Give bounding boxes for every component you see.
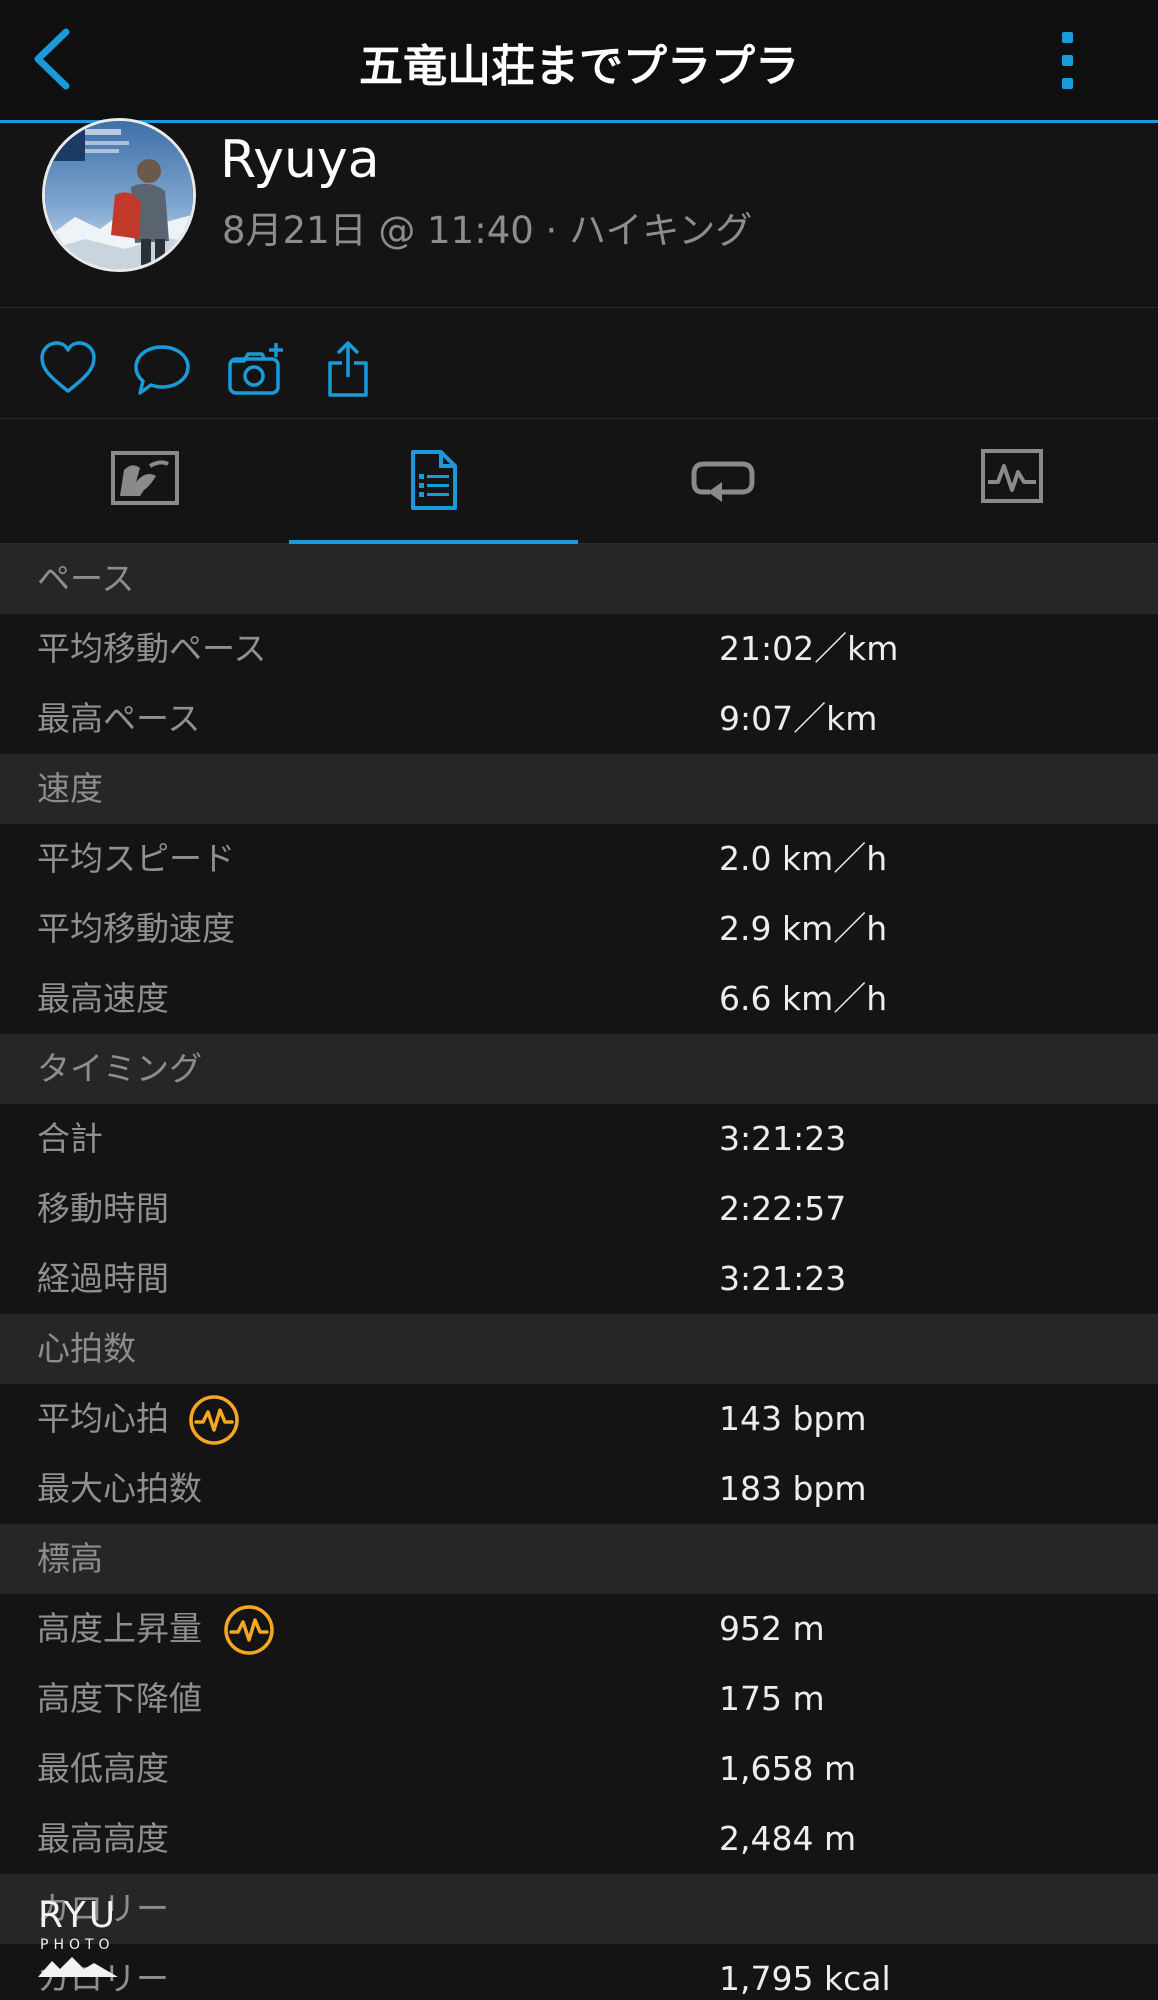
more-dots-icon-bottom (1062, 78, 1073, 89)
stat-row: 最高速度 6.6 km／h (0, 964, 1158, 1034)
mountain-logo-icon (38, 1957, 118, 1977)
stat-row: 最高高度 2,484 m (0, 1804, 1158, 1874)
stat-value: 21:02／km (719, 629, 899, 668)
stat-value: 2.0 km／h (719, 839, 888, 878)
stat-value: 175 m (719, 1679, 825, 1718)
stat-row: 平均スピード 2.0 km／h (0, 824, 1158, 894)
stat-value: 6.6 km／h (719, 979, 888, 1018)
stat-value: 3:21:23 (719, 1119, 847, 1158)
section-header-heart-rate: 心拍数 (0, 1314, 1158, 1384)
map-icon (110, 451, 179, 505)
stat-label: 移動時間 (37, 1189, 169, 1228)
section-header-elevation: 標高 (0, 1524, 1158, 1594)
stat-row: 経過時間 3:21:23 (0, 1244, 1158, 1314)
stat-label: 最高速度 (37, 979, 169, 1018)
stat-row: 最低高度 1,658 m (0, 1734, 1158, 1804)
stat-row: 合計 3:21:23 (0, 1104, 1158, 1174)
avatar-image (45, 121, 193, 269)
stat-value: 952 m (719, 1609, 825, 1648)
add-photo-button[interactable] (226, 339, 286, 399)
stat-value: 9:07／km (719, 699, 878, 738)
profile-section: Ryuya 8月21日 @ 11:40 · ハイキング (0, 118, 1158, 308)
stat-label: 高度下降値 (37, 1679, 202, 1718)
heart-icon (40, 341, 96, 393)
stat-label: 高度上昇量 (37, 1609, 202, 1648)
stat-row: カロリー 1,795 kcal (0, 1944, 1158, 2000)
tab-charts[interactable] (867, 420, 1156, 544)
stat-value: 2,484 m (719, 1819, 857, 1858)
stat-value: 3:21:23 (719, 1259, 847, 1298)
section-header-timing: タイミング (0, 1034, 1158, 1104)
stat-value: 1,658 m (719, 1749, 857, 1788)
action-bar (0, 309, 1158, 419)
stat-row: 平均移動ペース 21:02／km (0, 614, 1158, 684)
stat-label: 最大心拍数 (37, 1469, 202, 1508)
stat-label: 平均スピード (37, 839, 235, 878)
stat-label: 最高ペース (37, 699, 201, 738)
watermark-title: RYU (38, 1895, 119, 1936)
stat-label: 最高高度 (37, 1819, 169, 1858)
stat-label: 最低高度 (37, 1749, 169, 1788)
tab-bar (0, 420, 1158, 545)
stat-value: 183 bpm (719, 1469, 867, 1508)
comment-button[interactable] (132, 339, 192, 399)
tab-map[interactable] (0, 420, 289, 544)
add-photo-icon (228, 343, 283, 395)
share-button[interactable] (320, 339, 380, 399)
avatar[interactable] (42, 118, 196, 272)
user-name[interactable]: Ryuya (220, 130, 380, 190)
stat-value: 2:22:57 (719, 1189, 847, 1228)
heart-rate-badge-icon[interactable] (188, 1394, 240, 1446)
stat-row: 高度上昇量 952 m (0, 1594, 1158, 1664)
page-title: 五竜山荘までプラプラ (359, 41, 799, 92)
stat-label: 平均心拍 (37, 1399, 169, 1438)
stat-label: 合計 (37, 1119, 103, 1158)
tab-details[interactable] (289, 420, 578, 545)
section-header-speed: 速度 (0, 754, 1158, 824)
stat-value: 1,795 kcal (719, 1959, 891, 1998)
stat-row: 平均心拍 143 bpm (0, 1384, 1158, 1454)
stat-label: 平均移動速度 (37, 909, 235, 948)
stats-list: ペース 平均移動ペース 21:02／km 最高ペース 9:07／km 速度 平均… (0, 544, 1158, 2000)
more-dots-icon (1062, 32, 1073, 43)
share-icon (328, 341, 368, 397)
stat-row: 移動時間 2:22:57 (0, 1174, 1158, 1244)
comment-icon (134, 345, 190, 395)
stat-value: 2.9 km／h (719, 909, 888, 948)
photo-watermark: RYU PHOTO (38, 1895, 128, 1977)
tab-laps[interactable] (578, 420, 867, 544)
document-icon (410, 450, 457, 510)
stat-value: 143 bpm (719, 1399, 867, 1438)
activity-date-type: 8月21日 @ 11:40 · ハイキング (222, 209, 753, 252)
watermark-subtitle: PHOTO (40, 1937, 115, 1953)
stat-label: 平均移動ペース (37, 629, 267, 668)
section-header-calories: カロリー (0, 1874, 1158, 1944)
heart-rate-badge-icon[interactable] (223, 1604, 275, 1656)
stat-row: 最大心拍数 183 bpm (0, 1454, 1158, 1524)
laps-icon (691, 461, 754, 502)
more-dots-icon-mid (1062, 55, 1073, 66)
section-header-pace: ペース (0, 544, 1158, 614)
stat-row: 平均移動速度 2.9 km／h (0, 894, 1158, 964)
stat-row: 高度下降値 175 m (0, 1664, 1158, 1734)
chart-icon (980, 449, 1043, 503)
app-header: 五竜山荘までプラプラ (0, 0, 1158, 123)
more-options-button[interactable] (1050, 28, 1086, 92)
like-button[interactable] (38, 339, 98, 399)
stat-label: 経過時間 (37, 1259, 169, 1298)
stat-row: 最高ペース 9:07／km (0, 684, 1158, 754)
